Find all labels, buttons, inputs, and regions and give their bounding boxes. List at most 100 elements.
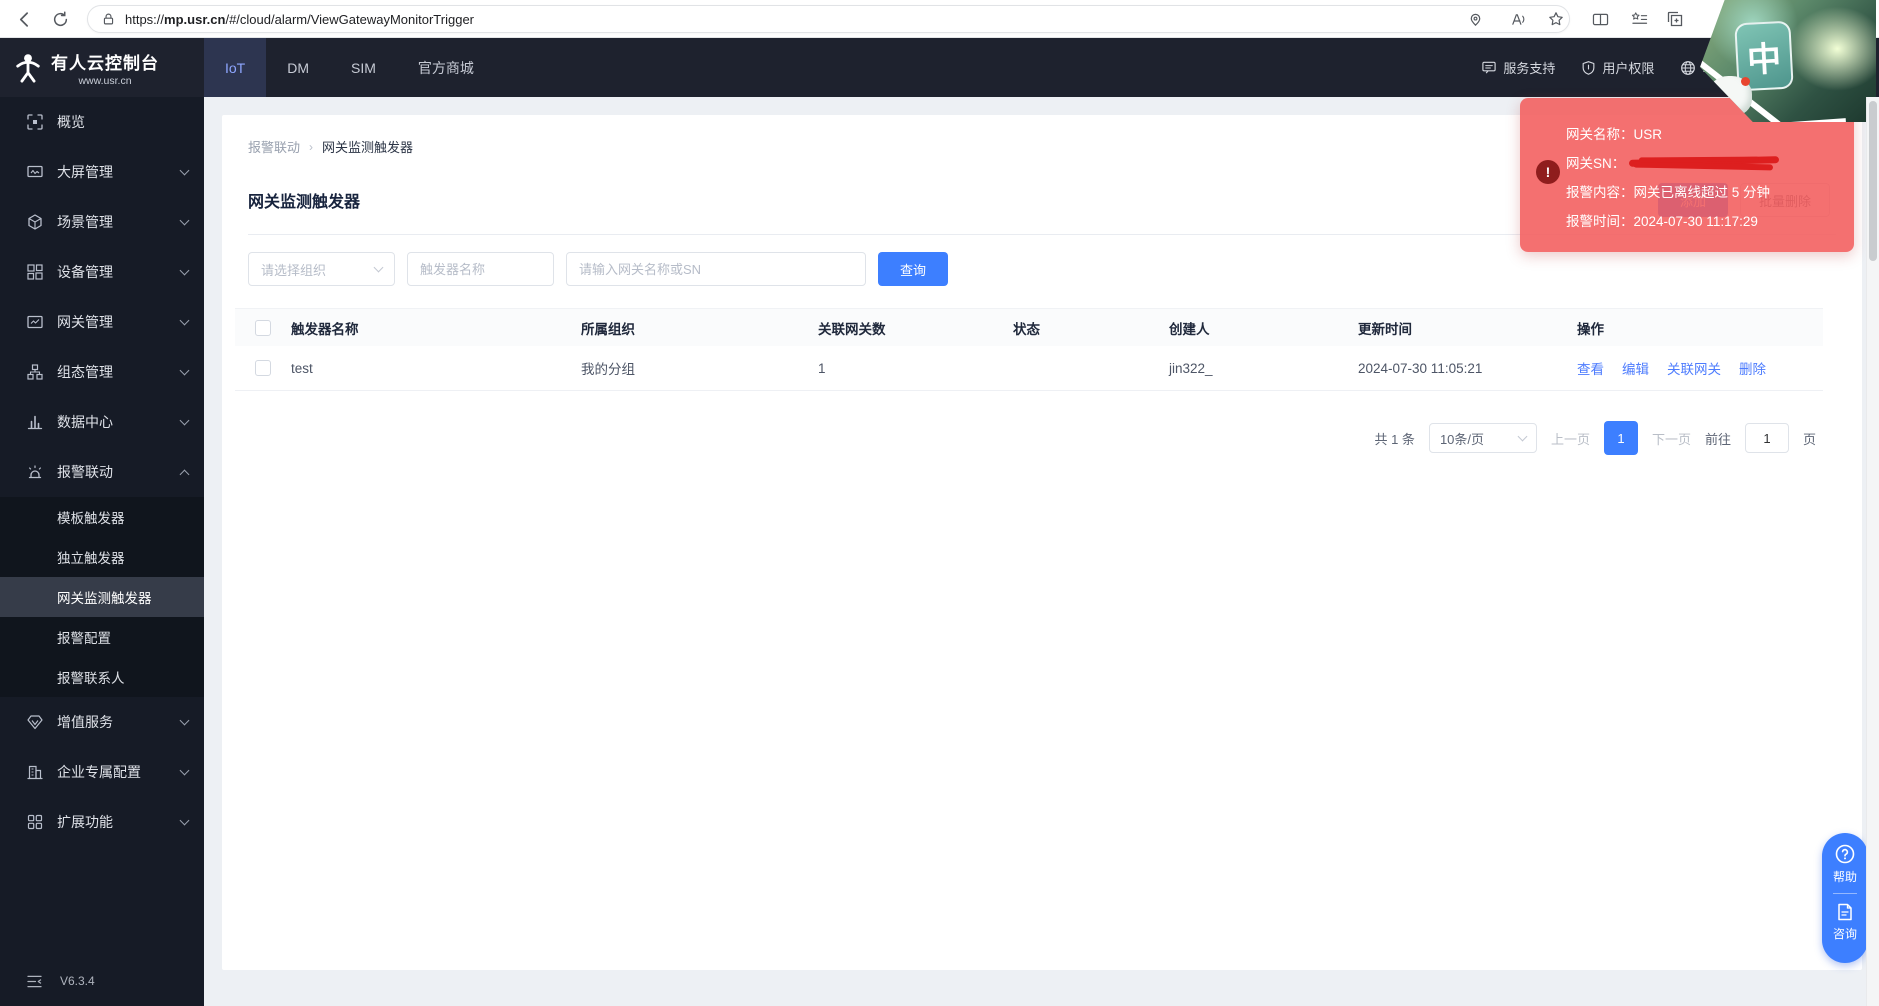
chevron-down-icon [1517, 432, 1527, 442]
alarm-icon [27, 464, 43, 480]
browser-toolbar: https://mp.usr.cn/#/cloud/alarm/ViewGate… [0, 0, 1879, 38]
favorite-star-icon[interactable] [1544, 7, 1568, 31]
sidebar-item-enterprise[interactable]: 企业专属配置 [0, 747, 204, 797]
service-support[interactable]: 服务支持 [1481, 58, 1555, 77]
pagination: 共 1 条 10条/页 上一页 1 下一页 前往 页 [248, 421, 1836, 455]
shield-icon [1581, 60, 1596, 76]
current-page-button[interactable]: 1 [1604, 421, 1638, 455]
row-updated: 2024-07-30 11:05:21 [1358, 361, 1577, 376]
widget-divider [1833, 893, 1857, 894]
page-size-select[interactable]: 10条/页 [1429, 423, 1537, 453]
total-count: 共 1 条 [1374, 429, 1414, 448]
mascot-dot [1741, 77, 1750, 86]
logo-title: 有人云控制台 [51, 49, 159, 74]
sidebar-item-vas[interactable]: 增值服务 [0, 697, 204, 747]
chevron-down-icon [180, 316, 190, 326]
alert-content-label: 报警内容： [1566, 178, 1634, 207]
row-gateway-count: 1 [818, 361, 1013, 376]
back-icon[interactable] [12, 7, 36, 31]
chevron-down-icon [180, 366, 190, 376]
floating-helper: 帮助 咨询 [1822, 833, 1868, 963]
edit-link[interactable]: 编辑 [1622, 358, 1649, 378]
overview-icon [27, 114, 43, 130]
sidebar-item-device[interactable]: 设备管理 [0, 247, 204, 297]
collections-icon[interactable] [1663, 7, 1687, 31]
chat-icon [1481, 60, 1497, 75]
trigger-name-input[interactable] [407, 252, 554, 286]
tab-mall[interactable]: 官方商城 [397, 38, 495, 97]
next-page-button[interactable]: 下一页 [1652, 429, 1691, 448]
sidebar-item-alarm[interactable]: 报警联动 [0, 447, 204, 497]
col-trigger-name: 触发器名称 [291, 318, 581, 338]
document-icon [1835, 902, 1855, 922]
sidebar-item-overview[interactable]: 概览 [0, 97, 204, 147]
breadcrumb-current: 网关监测触发器 [322, 137, 413, 156]
split-screen-icon[interactable] [1588, 7, 1612, 31]
tab-iot[interactable]: IoT [204, 38, 266, 97]
alert-gateway-name-label: 网关名称： [1566, 120, 1634, 149]
breadcrumb-parent[interactable]: 报警联动 [248, 137, 300, 156]
row-org: 我的分组 [581, 358, 818, 378]
sidebar-item-extension[interactable]: 扩展功能 [0, 797, 204, 847]
user-permission-label: 用户权限 [1602, 58, 1654, 77]
table-header: 触发器名称 所属组织 关联网关数 状态 创建人 更新时间 操作 [235, 308, 1823, 346]
prev-page-button[interactable]: 上一页 [1551, 429, 1590, 448]
row-trigger-name: test [291, 361, 581, 376]
lock-icon [102, 12, 115, 26]
table-row: test 我的分组 1 jin322_ 2024-07-30 11:05:21 … [235, 346, 1823, 391]
tab-dm[interactable]: DM [266, 38, 330, 97]
data-center-icon [27, 414, 43, 430]
favorites-bar-icon[interactable] [1627, 7, 1651, 31]
col-updated: 更新时间 [1358, 318, 1577, 338]
view-link[interactable]: 查看 [1577, 358, 1604, 378]
screen-icon [27, 164, 43, 180]
trigger-table: 触发器名称 所属组织 关联网关数 状态 创建人 更新时间 操作 test 我的分… [235, 308, 1823, 391]
gateway-search-input[interactable] [566, 252, 866, 286]
gateway-icon [27, 314, 43, 330]
select-all-checkbox[interactable] [255, 320, 271, 336]
col-status: 状态 [1013, 318, 1169, 338]
submenu-independent-trigger[interactable]: 独立触发器 [0, 537, 204, 577]
scrollbar-thumb[interactable] [1869, 101, 1877, 261]
sidebar-item-data-center[interactable]: 数据中心 [0, 397, 204, 447]
consult-button[interactable]: 咨询 [1833, 902, 1857, 942]
submenu-gateway-monitor-trigger[interactable]: 网关监测触发器 [0, 577, 204, 617]
org-select[interactable]: 请选择组织 [248, 252, 395, 286]
associate-gateway-link[interactable]: 关联网关 [1667, 358, 1721, 378]
sn-redaction [1629, 156, 1781, 171]
page-title: 网关监测触发器 [248, 188, 360, 212]
help-button[interactable]: 帮助 [1833, 843, 1857, 885]
sidebar-item-scene[interactable]: 场景管理 [0, 197, 204, 247]
delete-link[interactable]: 删除 [1739, 358, 1766, 378]
product-tabs: IoT DM SIM 官方商城 [204, 38, 495, 97]
tile-character: 中 [1746, 31, 1783, 82]
user-permission[interactable]: 用户权限 [1581, 58, 1654, 77]
search-button[interactable]: 查询 [878, 252, 948, 286]
tab-sim[interactable]: SIM [330, 38, 397, 97]
address-bar[interactable]: https://mp.usr.cn/#/cloud/alarm/ViewGate… [87, 5, 1570, 33]
goto-page-input[interactable] [1745, 423, 1789, 453]
alarm-submenu: 模板触发器 独立触发器 网关监测触发器 报警配置 报警联系人 [0, 497, 204, 697]
sidebar-item-scada[interactable]: 组态管理 [0, 347, 204, 397]
chevron-down-icon [180, 166, 190, 176]
sidebar: 概览 大屏管理 场景管理 设备管理 网关管理 组态管理 数据中心 报警联动 模板… [0, 97, 204, 1006]
read-aloud-icon[interactable] [1506, 7, 1530, 31]
submenu-alarm-contacts[interactable]: 报警联系人 [0, 657, 204, 697]
service-support-label: 服务支持 [1503, 58, 1555, 77]
scada-icon [27, 364, 43, 380]
submenu-template-trigger[interactable]: 模板触发器 [0, 497, 204, 537]
location-pin-icon[interactable] [1463, 7, 1487, 31]
collapse-icon[interactable] [27, 975, 42, 988]
row-actions: 查看 编辑 关联网关 删除 [1577, 358, 1823, 378]
submenu-alarm-config[interactable]: 报警配置 [0, 617, 204, 657]
question-icon [1834, 843, 1856, 865]
logo[interactable]: 有人云控制台 www.usr.cn [0, 38, 204, 97]
col-creator: 创建人 [1169, 318, 1358, 338]
sidebar-item-gateway[interactable]: 网关管理 [0, 297, 204, 347]
breadcrumb-separator: › [309, 140, 313, 154]
refresh-icon[interactable] [48, 7, 72, 31]
logo-subtitle: www.usr.cn [51, 75, 159, 87]
page-scrollbar[interactable] [1866, 97, 1879, 1006]
row-checkbox[interactable] [255, 360, 271, 376]
sidebar-item-screen[interactable]: 大屏管理 [0, 147, 204, 197]
